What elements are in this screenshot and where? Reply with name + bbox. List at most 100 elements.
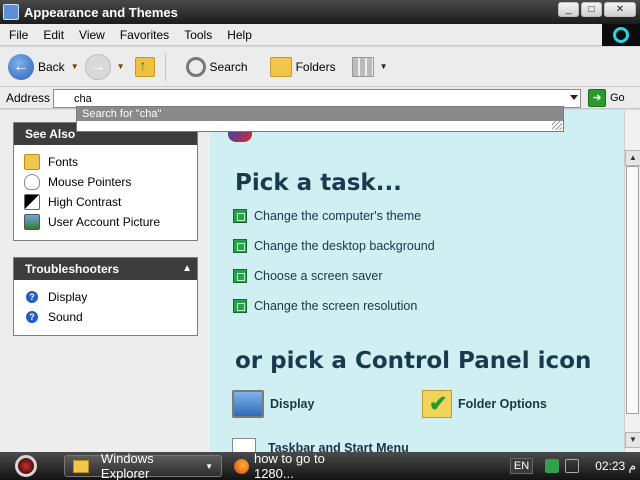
help-icon: ?: [26, 291, 38, 303]
see-also-fonts[interactable]: Fonts: [24, 152, 197, 172]
task-change-desktop-background[interactable]: Change the desktop background: [233, 239, 435, 253]
task-label: Change the desktop background: [254, 239, 435, 253]
folders-button[interactable]: Folders: [256, 56, 336, 77]
task-change-screen-resolution[interactable]: Change the screen resolution: [233, 299, 417, 313]
display-icon: [232, 390, 264, 418]
taskbar-button-label: how to go to 1280...: [253, 451, 325, 480]
language-indicator[interactable]: EN: [509, 458, 534, 474]
firefox-icon: [234, 458, 249, 474]
task-bullet-icon: [233, 239, 247, 253]
go-button[interactable]: ➜ Go: [588, 89, 625, 107]
task-label: Change the computer's theme: [254, 209, 422, 223]
task-change-theme[interactable]: Change the computer's theme: [233, 209, 421, 223]
folder-icon: [73, 459, 89, 473]
start-orb-icon: [15, 455, 37, 477]
pick-icon-heading: or pick a Control Panel icon: [235, 348, 592, 374]
toolbar-separator: [164, 52, 166, 81]
minimize-button[interactable]: _: [558, 2, 579, 17]
menu-tools[interactable]: Tools: [178, 28, 218, 42]
cp-icon-folder-options[interactable]: Folder Options: [422, 390, 547, 418]
address-label: Address: [6, 91, 51, 105]
mouse-icon: [24, 174, 40, 190]
troubleshooter-label: Sound: [48, 310, 83, 324]
cp-icon-display[interactable]: Display: [232, 390, 314, 418]
go-label: Go: [610, 92, 625, 104]
menu-file[interactable]: File: [3, 28, 34, 42]
task-label: Choose a screen saver: [254, 269, 383, 283]
clock[interactable]: 02:23 م: [595, 459, 636, 473]
window-controls: _ □ ✕: [558, 2, 636, 17]
see-also-mouse-pointers[interactable]: Mouse Pointers: [24, 172, 197, 192]
scroll-down-icon[interactable]: ▼: [625, 432, 640, 448]
collapse-chevron-icon[interactable]: ▲: [182, 258, 192, 280]
task-choose-screen-saver[interactable]: Choose a screen saver: [233, 269, 383, 283]
fonts-folder-icon: [24, 154, 40, 170]
cp-icon-taskbar[interactable]: Taskbar and Start Menu: [232, 438, 409, 452]
cp-icon-label: Display: [270, 397, 315, 411]
task-bullet-icon: [233, 269, 247, 283]
see-also-label: Mouse Pointers: [48, 175, 132, 189]
see-also-user-account-picture[interactable]: User Account Picture: [24, 212, 197, 232]
address-input[interactable]: [74, 92, 554, 106]
help-icon: ?: [26, 311, 38, 323]
address-dropdown-icon[interactable]: [570, 95, 578, 100]
back-button[interactable]: ← Back ▼: [8, 53, 79, 80]
see-also-high-contrast[interactable]: High Contrast: [24, 192, 197, 212]
see-also-label: User Account Picture: [48, 215, 161, 229]
up-folder-icon[interactable]: [134, 56, 155, 77]
search-label: Search: [209, 59, 248, 74]
troubleshooter-sound[interactable]: ? Sound: [24, 307, 197, 327]
resize-grip-icon[interactable]: [552, 120, 562, 130]
see-also-title: See Also: [25, 127, 76, 141]
control-panel-icon: [3, 4, 19, 20]
group-dropdown-icon: ▼: [205, 461, 213, 471]
search-button[interactable]: Search: [174, 56, 248, 77]
system-tray: EN 02:23 م: [509, 452, 640, 480]
forward-history-dropdown-icon[interactable]: ▼: [117, 62, 125, 71]
troubleshooter-display[interactable]: ? Display: [24, 287, 197, 307]
views-icon[interactable]: [351, 56, 374, 77]
menu-edit[interactable]: Edit: [37, 28, 70, 42]
vertical-scrollbar[interactable]: ▲ ▼: [624, 110, 640, 452]
back-label: Back: [38, 59, 65, 74]
troubleshooter-label: Display: [48, 290, 88, 304]
notification-icon[interactable]: [565, 459, 580, 473]
back-arrow-icon: ←: [8, 53, 34, 80]
address-autocomplete: Search for "cha": [76, 106, 564, 132]
see-also-label: Fonts: [48, 155, 79, 169]
views-dropdown-icon[interactable]: ▼: [380, 62, 388, 71]
search-icon: [185, 56, 206, 77]
task-label: Change the screen resolution: [254, 299, 418, 313]
folders-icon: [269, 56, 292, 77]
cp-icon-label: Folder Options: [458, 397, 547, 411]
maximize-button[interactable]: □: [581, 2, 602, 17]
taskbar-button-firefox[interactable]: how to go to 1280...: [226, 451, 376, 480]
folders-label: Folders: [295, 59, 336, 74]
taskbar-button-windows-explorer[interactable]: Windows Explorer ▼: [64, 451, 222, 480]
left-task-pane: See Also Fonts Mouse Pointers High Contr…: [0, 110, 210, 452]
troubleshooters-box: Troubleshooters ▲ ? Display ? Sound: [13, 257, 198, 336]
task-bullet-icon: [233, 209, 247, 223]
see-also-box: See Also Fonts Mouse Pointers High Contr…: [13, 122, 198, 241]
forward-button[interactable]: →: [84, 53, 111, 80]
menu-view[interactable]: View: [73, 28, 111, 42]
start-button[interactable]: [0, 452, 52, 480]
user-picture-icon: [24, 214, 40, 230]
taskbar-icon: [232, 438, 256, 452]
scroll-thumb[interactable]: [626, 166, 639, 414]
taskbar: Windows Explorer ▼ how to go to 1280... …: [0, 451, 640, 480]
menu-favorites[interactable]: Favorites: [114, 28, 175, 42]
scroll-up-icon[interactable]: ▲: [625, 150, 640, 166]
window-title: Appearance and Themes: [24, 4, 178, 20]
troubleshooters-header[interactable]: Troubleshooters ▲: [14, 258, 197, 280]
menu-help[interactable]: Help: [221, 28, 258, 42]
autocomplete-suggestion[interactable]: Search for "cha": [77, 107, 563, 121]
network-icon[interactable]: [545, 459, 560, 473]
toolbar: ← Back ▼ → ▼ Search Folders ▼: [0, 47, 640, 87]
close-button[interactable]: ✕: [604, 2, 636, 17]
pick-task-heading: Pick a task...: [235, 170, 402, 196]
title-bar: Appearance and Themes _ □ ✕: [0, 0, 640, 24]
back-history-dropdown-icon[interactable]: ▼: [71, 62, 79, 71]
go-arrow-icon: ➜: [588, 89, 606, 107]
folder-options-icon: [422, 390, 452, 418]
